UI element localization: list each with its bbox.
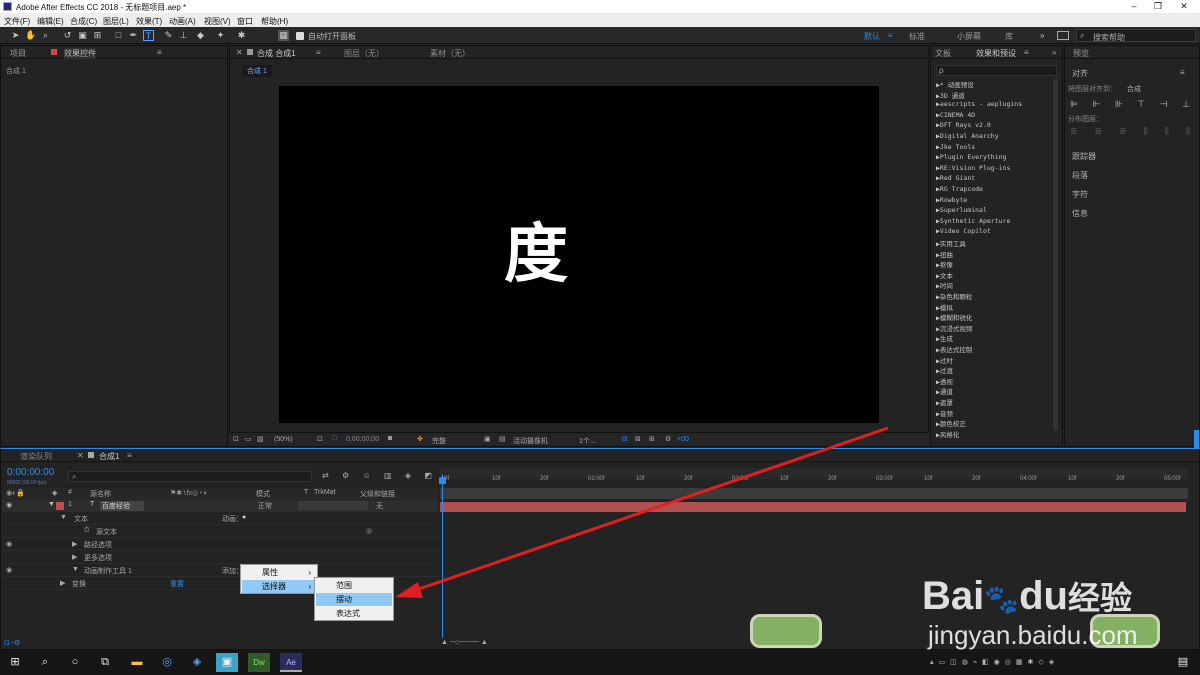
task-view-icon[interactable]: ⧉ (94, 653, 116, 672)
store-icon[interactable]: ▣ (216, 653, 238, 672)
browser-icon[interactable]: ◎ (156, 653, 178, 672)
paw-icon: 🐾 (984, 584, 1020, 615)
notifications-icon[interactable]: ▤ (1172, 653, 1194, 672)
watermark-badge-left (750, 614, 822, 648)
search-icon[interactable]: ⌕ (34, 653, 56, 672)
start-icon[interactable]: ⊞ (4, 653, 26, 672)
explorer-icon[interactable]: ▬ (126, 653, 148, 672)
baidu-watermark-url: jingyan.baidu.com (928, 620, 1138, 650)
app-icon[interactable]: ◈ (186, 653, 208, 672)
dreamweaver-icon[interactable]: Dw (248, 653, 270, 672)
cortana-icon[interactable]: ○ (64, 653, 86, 672)
baidu-watermark-logo: Bai🐾du经验 (922, 574, 1133, 618)
after-effects-icon[interactable]: Ae (280, 653, 302, 672)
windows-taskbar: ⊞ ⌕ ○ ⧉ ▬ ◎ ◈ ▣ Dw Ae ▴▭◫◍⌁◧◉◎▦✱◇◈ ▤ (0, 650, 1200, 675)
system-tray[interactable]: ▴▭◫◍⌁◧◉◎▦✱◇◈ (930, 658, 1170, 668)
